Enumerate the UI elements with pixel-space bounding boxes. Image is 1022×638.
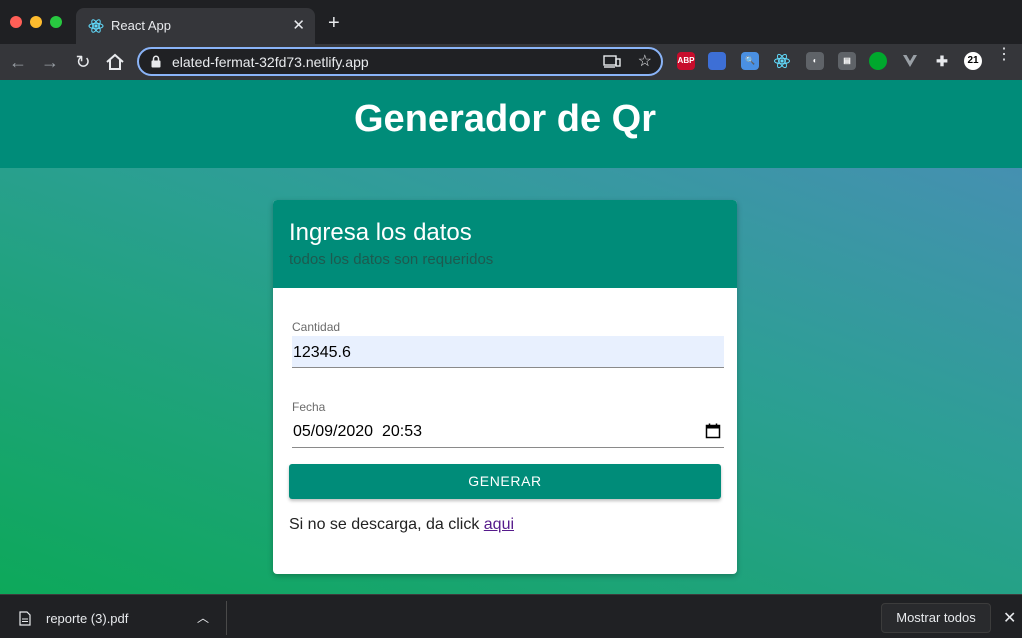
web-extension-icon[interactable] [708, 52, 726, 70]
home-icon[interactable] [103, 50, 127, 74]
extension-21-icon[interactable]: 21 [964, 52, 982, 70]
back-arrow-icon[interactable]: ← [6, 50, 30, 74]
close-icon[interactable]: ✕ [1003, 608, 1016, 628]
bulb-extension-icon[interactable]: ◐ [806, 52, 824, 70]
new-tab-icon[interactable]: + [328, 13, 340, 33]
card-header: Ingresa los datos todos los datos son re… [273, 200, 737, 288]
download-file-name[interactable]: reporte (3).pdf [46, 611, 128, 626]
download-note: Si no se descarga, da click aqui [289, 516, 514, 534]
divider [226, 601, 227, 635]
maximize-window-button[interactable] [50, 16, 62, 28]
generar-button[interactable]: GENERAR [289, 464, 721, 499]
form-card: Ingresa los datos todos los datos son re… [273, 200, 737, 574]
evernote-icon[interactable] [869, 52, 887, 70]
fecha-input[interactable]: 05/09/2020 20:53 [292, 416, 724, 448]
lock-icon [151, 55, 161, 68]
browser-toolbar: ← → ↻ elated-fermat-32fd73.netlify.app ☆… [0, 44, 1022, 80]
url-text: elated-fermat-32fd73.netlify.app [172, 54, 369, 70]
window-extension-icon[interactable]: ▤ [838, 52, 856, 70]
react-icon [88, 19, 104, 33]
chevron-up-icon[interactable]: ︿ [197, 609, 209, 626]
puzzle-icon[interactable]: ✚ [933, 52, 951, 70]
download-bar: reporte (3).pdf ︿ Mostrar todos ✕ [0, 594, 1022, 638]
page-title: Generador de Qr [354, 98, 656, 140]
page-content: Generador de Qr Ingresa los datos todos … [0, 80, 1022, 594]
cantidad-label: Cantidad [292, 320, 341, 334]
reload-icon[interactable]: ↻ [71, 50, 95, 74]
tab-title: React App [111, 18, 171, 33]
cantidad-input[interactable] [292, 336, 724, 368]
bookmark-star-icon[interactable]: ☆ [638, 51, 652, 71]
close-window-button[interactable] [10, 16, 22, 28]
aqui-link[interactable]: aqui [484, 516, 514, 533]
tab-strip: React App ✕ + [0, 0, 1022, 44]
menu-dots-icon[interactable]: ⋮ [996, 47, 1012, 63]
download-note-text: Si no se descarga, da click [289, 516, 484, 533]
browser-tab[interactable]: React App ✕ [76, 8, 315, 44]
file-icon [19, 611, 31, 626]
fecha-label: Fecha [292, 400, 326, 414]
calendar-icon[interactable] [705, 423, 721, 439]
cast-icon[interactable] [603, 54, 621, 70]
adblock-plus-icon[interactable]: ABP [677, 52, 695, 70]
card-subtitle: todos los datos son requeridos [289, 251, 494, 268]
search-extension-icon[interactable]: 🔍 [741, 52, 759, 70]
react-devtools-icon[interactable] [773, 52, 791, 70]
app-header: Generador de Qr [0, 80, 1022, 168]
address-bar[interactable]: elated-fermat-32fd73.netlify.app ☆ [137, 47, 663, 76]
vue-devtools-icon[interactable] [901, 52, 919, 70]
show-all-button[interactable]: Mostrar todos [881, 603, 991, 633]
card-title: Ingresa los datos [289, 219, 472, 246]
forward-arrow-icon[interactable]: → [38, 50, 62, 74]
minimize-window-button[interactable] [30, 16, 42, 28]
fecha-value: 05/09/2020 20:53 [293, 423, 423, 440]
close-tab-icon[interactable]: ✕ [292, 16, 305, 34]
